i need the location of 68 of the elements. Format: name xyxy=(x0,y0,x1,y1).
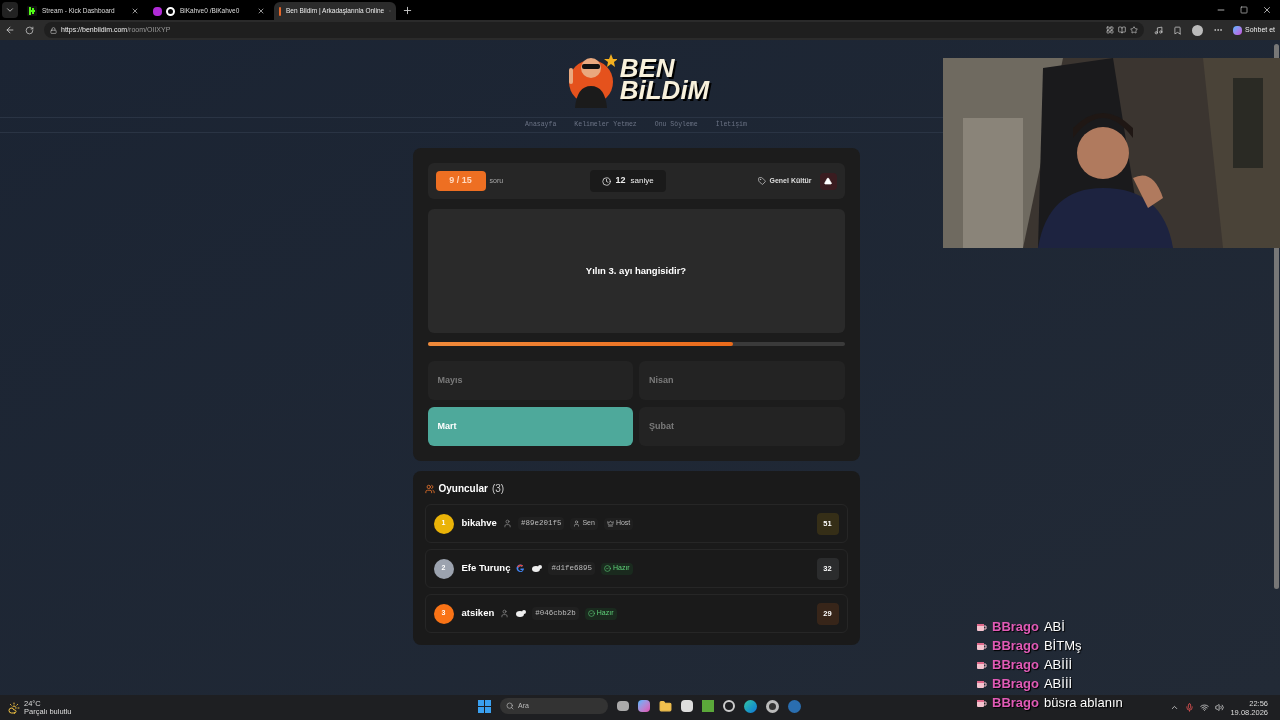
kick-logo-icon xyxy=(27,6,37,16)
tray-icon[interactable] xyxy=(1170,703,1180,712)
app-icon[interactable] xyxy=(723,700,735,712)
chat-message: ABİİİ xyxy=(1043,656,1073,675)
chevron-down-icon xyxy=(5,5,15,15)
player-name: Efe Turunç xyxy=(461,561,511,576)
lock-icon xyxy=(50,26,57,34)
question-counter: 9 / 15 xyxy=(435,171,486,191)
folder-icon[interactable] xyxy=(659,699,672,713)
users-icon xyxy=(424,483,435,494)
cup-icon xyxy=(976,698,987,708)
restore-icon[interactable] xyxy=(1240,6,1248,14)
check-icon xyxy=(587,610,595,617)
answer-option[interactable]: Şubat xyxy=(639,407,845,446)
new-tab-icon[interactable] xyxy=(402,4,413,16)
search-icon xyxy=(506,702,514,710)
question-text: Yılın 3. ayı hangisidir? xyxy=(585,263,687,278)
report-button[interactable] xyxy=(819,172,837,190)
chat-message: ABİİİ xyxy=(1043,675,1073,694)
start-icon[interactable] xyxy=(478,699,491,713)
close-icon[interactable] xyxy=(257,7,265,15)
reader-icon[interactable] xyxy=(1118,26,1127,34)
close-icon[interactable] xyxy=(131,7,139,15)
chat-username: BBrago xyxy=(992,694,1039,713)
network-icon[interactable] xyxy=(1200,703,1210,712)
players-count: (3) xyxy=(491,482,505,496)
user-icon xyxy=(500,609,510,618)
cup-icon xyxy=(976,622,987,632)
tab-list-button[interactable] xyxy=(2,2,18,18)
clock-icon xyxy=(601,176,611,186)
cup-icon xyxy=(976,679,987,689)
chat-message: BİTMş xyxy=(1043,637,1082,656)
check-icon xyxy=(603,565,611,572)
user-icon xyxy=(573,520,581,527)
players-title: Oyuncular xyxy=(438,482,488,496)
player-name: atsiken xyxy=(461,606,495,621)
cup-icon xyxy=(976,641,987,651)
cup-icon xyxy=(976,660,987,670)
media-icon[interactable] xyxy=(1154,25,1164,35)
record-icon xyxy=(166,6,175,16)
reload-icon[interactable] xyxy=(25,25,34,35)
logo-text: BEN xyxy=(619,56,675,79)
collections-icon[interactable] xyxy=(1173,25,1183,35)
logo-text: BiLDiM xyxy=(619,78,710,101)
volume-icon[interactable] xyxy=(1215,703,1225,712)
favorite-icon[interactable] xyxy=(1130,26,1139,34)
answer-option[interactable]: Mayıs xyxy=(427,361,633,400)
chat-username: BBrago xyxy=(992,656,1039,675)
chat-username: BBrago xyxy=(992,618,1039,637)
answer-option[interactable]: Mart xyxy=(427,407,633,446)
timer: 12 saniye xyxy=(589,170,666,192)
close-window-icon[interactable] xyxy=(1262,5,1272,15)
answer-option[interactable]: Nisan xyxy=(639,361,845,400)
apps-icon[interactable] xyxy=(1106,26,1115,34)
warning-icon xyxy=(824,177,832,185)
chat-message: büsra ablanın xyxy=(1043,694,1123,713)
weather-icon[interactable] xyxy=(8,701,20,714)
back-icon[interactable] xyxy=(5,25,15,35)
user-icon xyxy=(502,519,512,528)
chat-message: ABİ xyxy=(1043,618,1065,637)
crown-icon xyxy=(606,520,614,527)
tag-icon xyxy=(758,177,767,185)
mic-icon[interactable] xyxy=(1185,703,1195,712)
google-logo-icon xyxy=(516,564,526,573)
player-name: bikahve xyxy=(461,516,497,531)
chat-username: BBrago xyxy=(992,675,1039,694)
chat-username: BBrago xyxy=(992,637,1039,656)
profile-avatar[interactable] xyxy=(1192,24,1204,36)
